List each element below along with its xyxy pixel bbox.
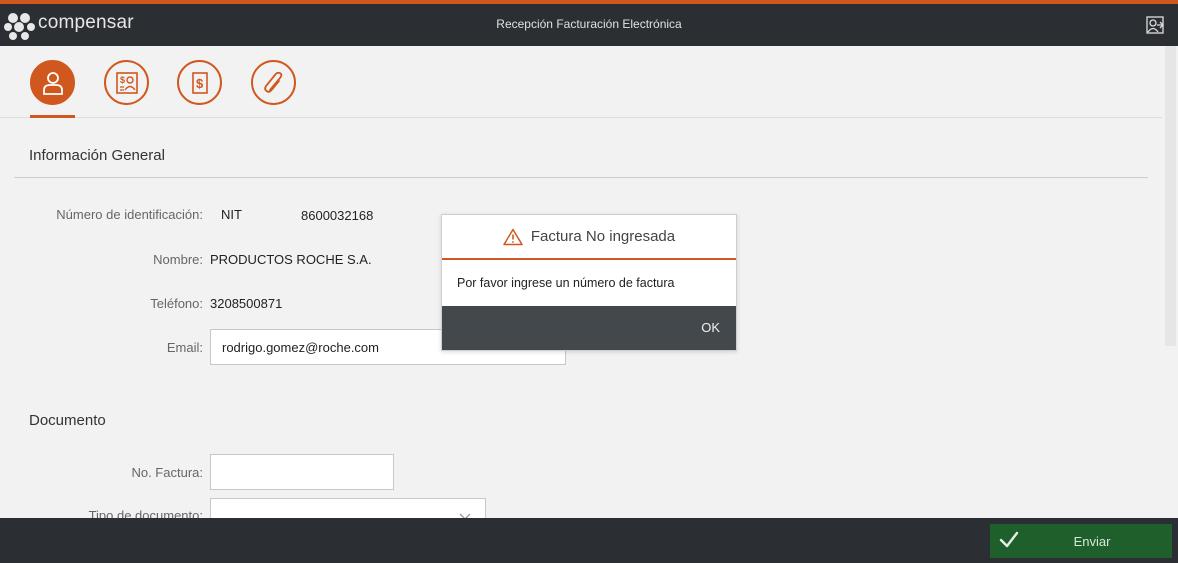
step-attachments[interactable] [251, 60, 296, 105]
invoice-number-input[interactable] [210, 454, 394, 490]
bottom-bar: Enviar [0, 518, 1178, 563]
send-button[interactable]: Enviar [990, 524, 1172, 558]
alert-dialog: Factura No ingresada Por favor ingrese u… [441, 214, 737, 351]
money-user-icon: $ [115, 71, 138, 94]
email-label: Email: [166, 340, 203, 355]
general-info-title: Información General [29, 147, 165, 164]
send-button-label: Enviar [1073, 533, 1111, 549]
name-value: PRODUCTOS ROCHE S.A. [210, 252, 372, 267]
phone-label: Teléfono: [150, 296, 203, 311]
svg-text:$: $ [196, 76, 204, 91]
app-title: Recepción Facturación Electrónica [496, 17, 682, 31]
id-number: 8600032168 [301, 208, 374, 223]
dialog-message: Por favor ingrese un número de factura [457, 276, 675, 290]
step-invoice[interactable]: $ [177, 60, 222, 105]
id-label: Número de identificación: [56, 207, 203, 222]
invoice-dollar-icon: $ [191, 71, 208, 94]
exit-icon[interactable] [1144, 14, 1166, 36]
document-title: Documento [29, 412, 106, 429]
step-payer[interactable]: $ [104, 60, 149, 105]
invoice-label: No. Factura: [131, 465, 203, 480]
svg-text:$: $ [120, 75, 125, 85]
dialog-footer: OK [442, 306, 736, 350]
warning-icon [503, 228, 523, 245]
person-icon [42, 71, 63, 95]
section-divider [14, 177, 1148, 178]
paperclip-icon [263, 71, 282, 93]
scrollbar-thumb[interactable] [1165, 46, 1176, 346]
phone-value: 3208500871 [210, 296, 283, 311]
name-label: Nombre: [153, 252, 203, 267]
top-bar: compensar Recepción Facturación Electrón… [0, 0, 1178, 46]
active-step-indicator [30, 115, 75, 118]
id-type: NIT [221, 207, 242, 222]
ok-button[interactable]: OK [701, 320, 720, 335]
dialog-header: Factura No ingresada [442, 215, 736, 260]
step-navigation: $ $ [0, 46, 1162, 118]
step-general-info[interactable] [30, 60, 75, 105]
dialog-title: Factura No ingresada [530, 228, 676, 245]
